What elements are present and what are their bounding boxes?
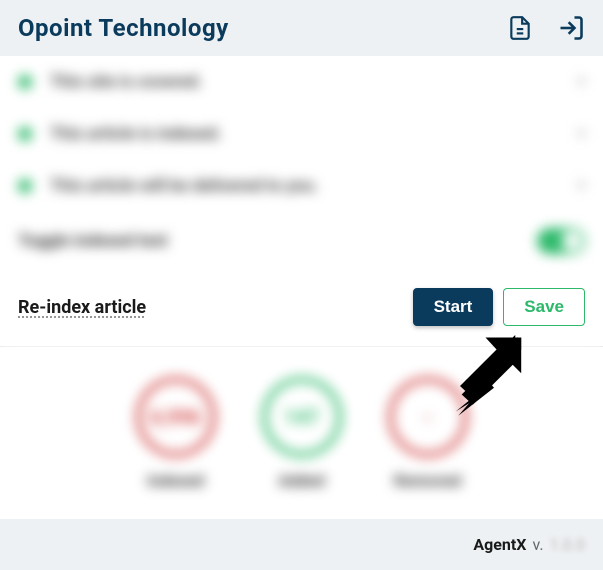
footer-app-name: AgentX <box>473 535 526 554</box>
status-text: This article will be delivered to you. <box>50 176 560 196</box>
start-button[interactable]: Start <box>413 288 494 326</box>
stat-label: Removed <box>394 471 461 490</box>
stat-circle: - <box>388 377 468 457</box>
footer-version: 1.0.0 <box>550 535 585 554</box>
status-row: This article will be delivered to you. ▾ <box>0 160 603 212</box>
stat-label: Indexed <box>147 471 204 490</box>
stat-added: 147 Added <box>262 377 342 490</box>
chevron-down-icon[interactable]: ▾ <box>578 74 585 90</box>
reindex-label[interactable]: Re-index article <box>18 297 146 318</box>
toggle-switch[interactable] <box>537 228 585 254</box>
content: This site is covered. ▾ This article is … <box>0 56 603 530</box>
stat-indexed: 6,996 Indexed <box>136 377 216 490</box>
status-text: This site is covered. <box>50 72 560 92</box>
toggle-row: Toggle indexed text <box>0 212 603 270</box>
status-text: This article is indexed. <box>50 124 560 144</box>
header: Opoint Technology <box>0 0 603 56</box>
status-row: This site is covered. ▾ <box>0 56 603 108</box>
reindex-row: Re-index article Start Save <box>0 270 603 347</box>
chevron-down-icon[interactable]: ▾ <box>578 178 585 194</box>
stat-circle: 6,996 <box>136 377 216 457</box>
blurred-status-section: This site is covered. ▾ This article is … <box>0 56 603 270</box>
app-title: Opoint Technology <box>18 14 229 42</box>
status-dot-icon <box>18 127 32 141</box>
status-row: This article is indexed. ▾ <box>0 108 603 160</box>
stat-label: Added <box>278 471 324 490</box>
button-group: Start Save <box>413 288 585 326</box>
toggle-label: Toggle indexed text <box>18 231 168 251</box>
footer-v: v. <box>532 535 543 554</box>
status-dot-icon <box>18 179 32 193</box>
stat-circle: 147 <box>262 377 342 457</box>
chevron-down-icon[interactable]: ▾ <box>578 126 585 142</box>
status-dot-icon <box>18 75 32 89</box>
footer: AgentX v. 1.0.0 <box>0 519 603 570</box>
login-icon[interactable] <box>557 14 585 42</box>
header-icons <box>507 14 585 42</box>
stats-row: 6,996 Indexed 147 Added - Removed <box>0 347 603 530</box>
save-button[interactable]: Save <box>503 288 585 326</box>
document-icon[interactable] <box>507 15 533 41</box>
stat-removed: - Removed <box>388 377 468 490</box>
